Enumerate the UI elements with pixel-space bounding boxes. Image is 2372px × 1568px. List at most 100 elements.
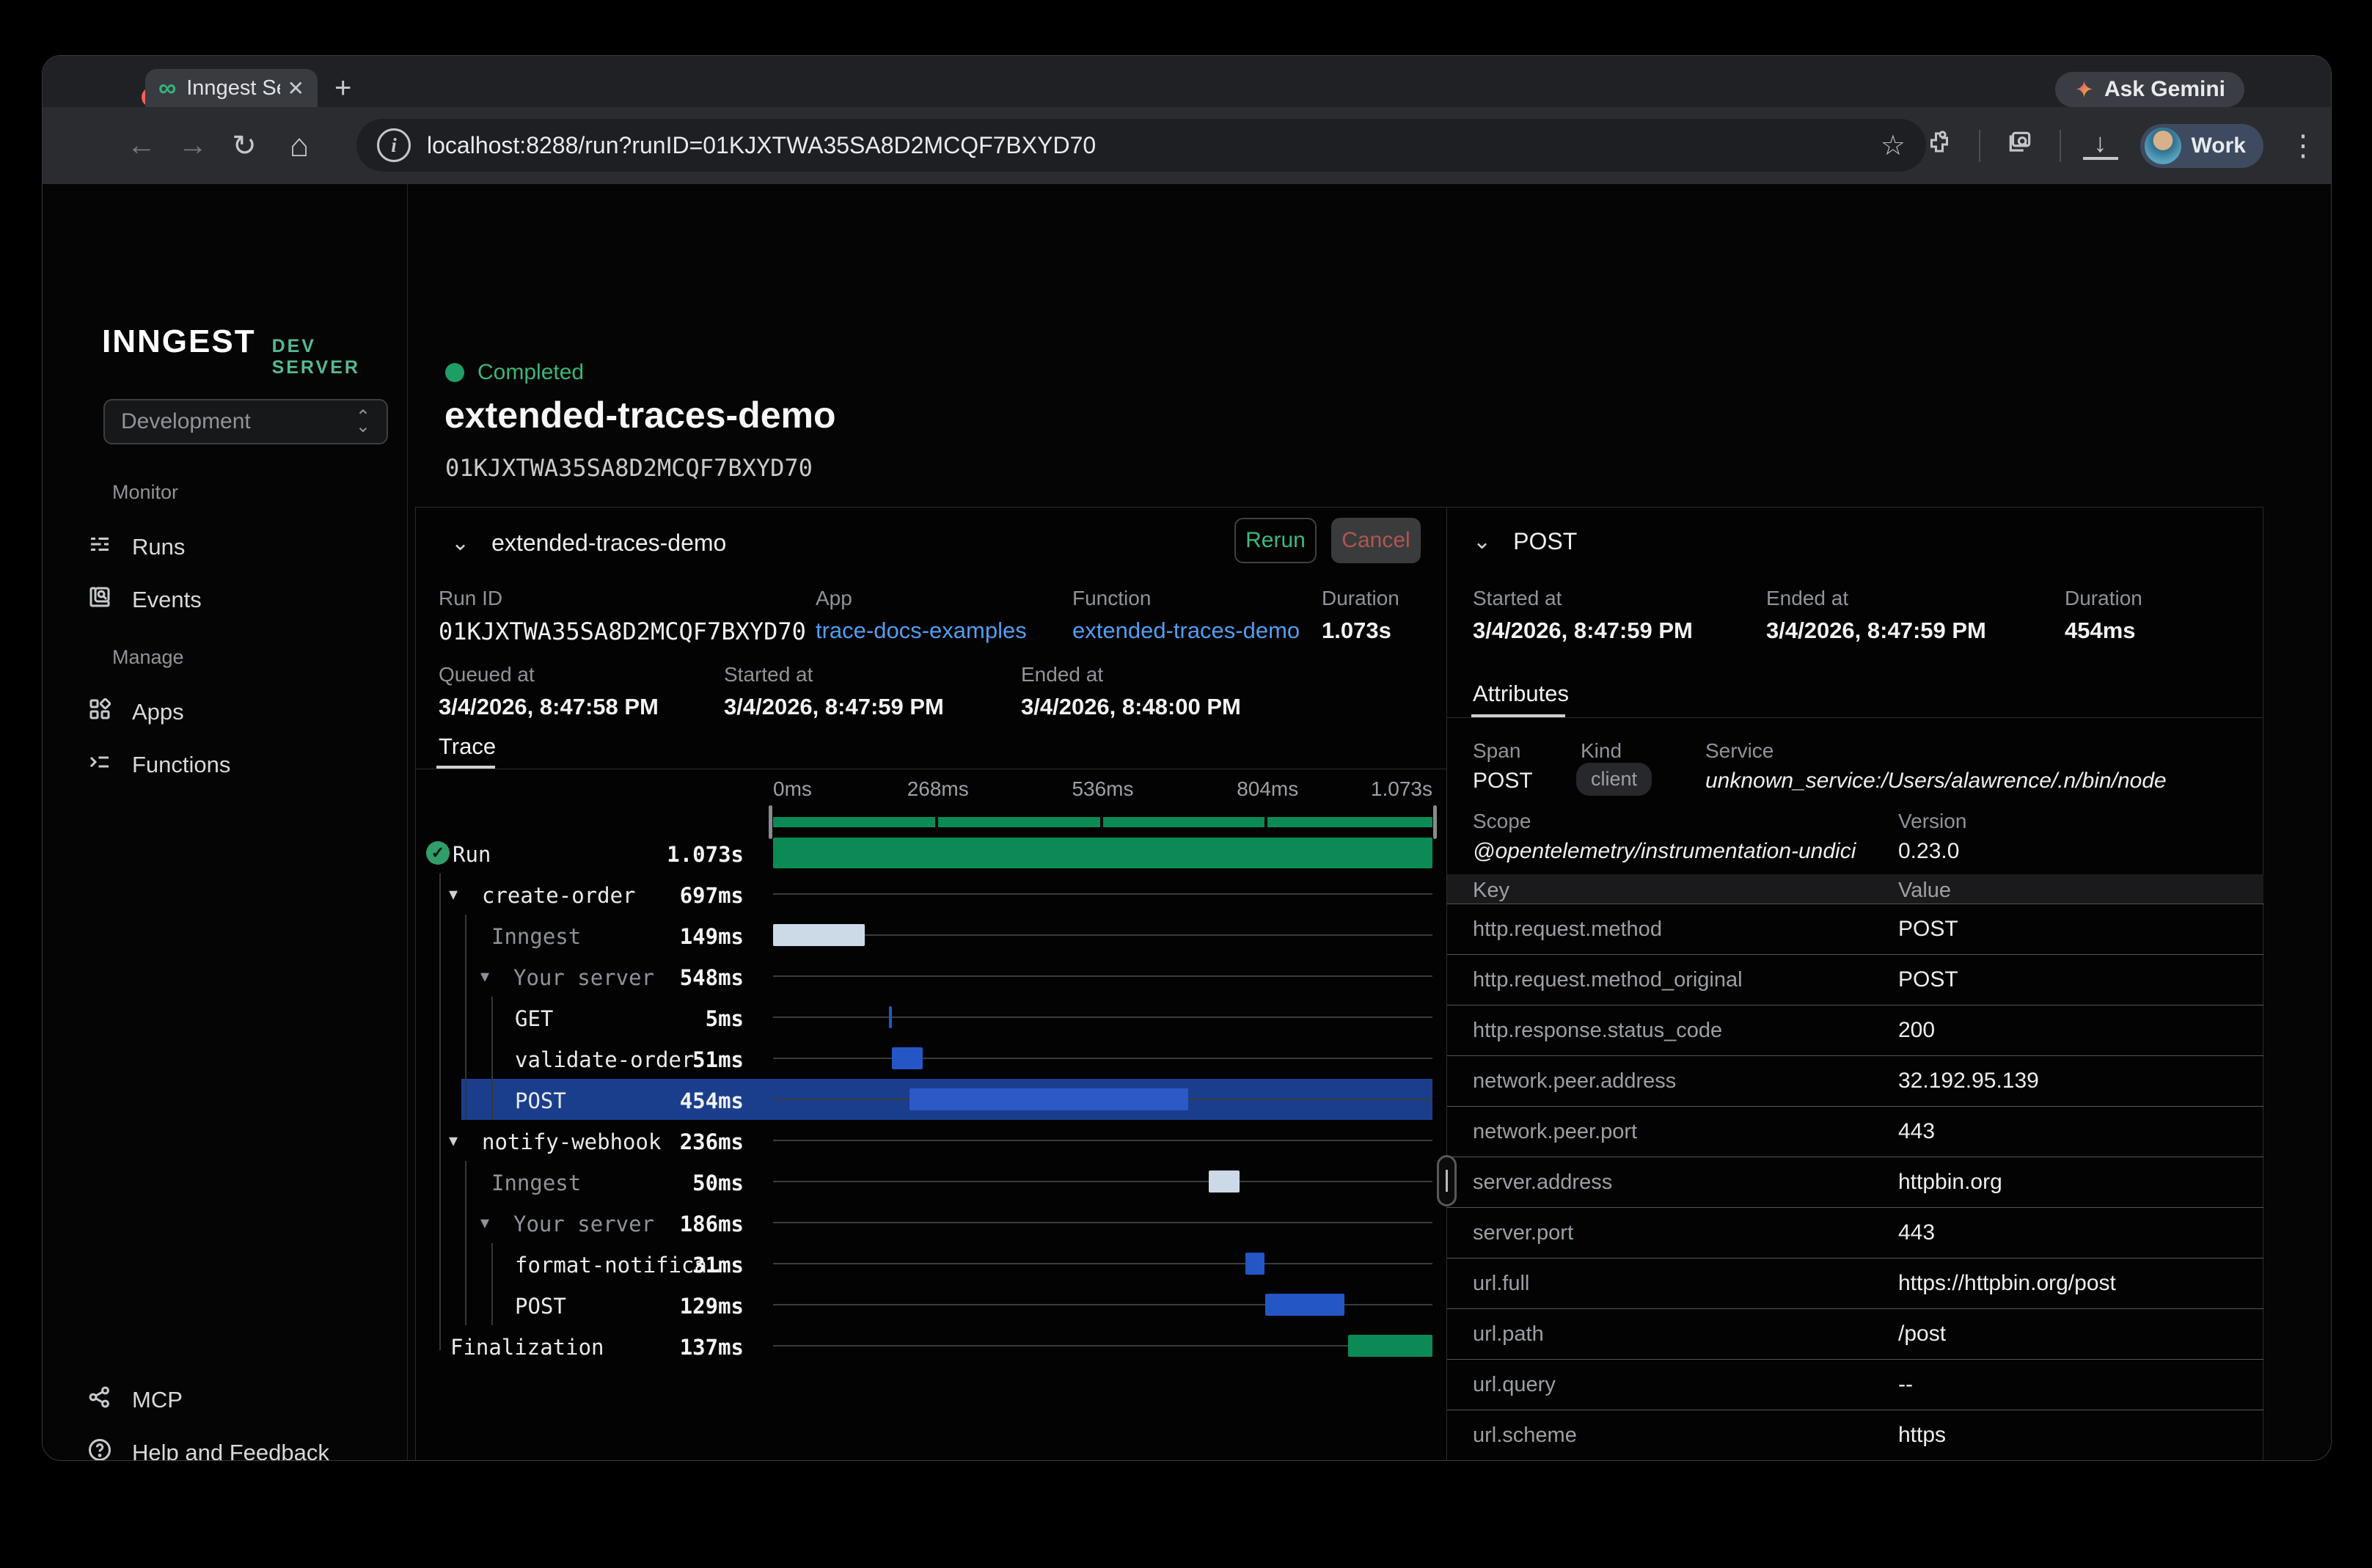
trace-row[interactable]: POST129ms: [416, 1284, 1446, 1325]
sidebar: INNGEST DEV SERVER Development ⌃⌄ Monito…: [43, 184, 408, 1460]
meta-value-function[interactable]: extended-traces-demo: [1072, 618, 1300, 644]
trace-span-bar[interactable]: [892, 1047, 923, 1069]
trace-function-name: extended-traces-demo: [491, 530, 726, 557]
reload-button[interactable]: ↻: [219, 107, 270, 184]
trace-row[interactable]: GET5ms: [416, 997, 1446, 1038]
attribute-value: https: [1898, 1423, 1946, 1448]
trace-span-bar[interactable]: [889, 1006, 892, 1028]
sidebar-item-functions[interactable]: Functions: [87, 744, 380, 785]
span-details-pane: ⌄ POST Started at3/4/2026, 8:47:59 PMEnd…: [1446, 508, 2263, 1461]
trace-row-track: [773, 1140, 1432, 1141]
home-button[interactable]: ⌂: [274, 107, 325, 184]
attribute-row: network.peer.address32.192.95.139: [1447, 1055, 2263, 1106]
rerun-button[interactable]: Rerun: [1234, 518, 1317, 563]
back-button[interactable]: ←: [116, 107, 167, 184]
trace-row-duration: 1.073s: [667, 842, 744, 867]
trace-row[interactable]: ▾Your server186ms: [416, 1202, 1446, 1243]
trace-row[interactable]: ✓Run1.073s: [416, 832, 1446, 873]
tab-trace[interactable]: Trace: [439, 733, 496, 760]
browser-tab[interactable]: ∞ Inngest Server ✕: [145, 69, 318, 107]
attribute-key: url.query: [1473, 1373, 1556, 1397]
sidebar-item-apps[interactable]: Apps: [87, 692, 380, 733]
version-label: Version: [1898, 810, 1966, 833]
run-details-card: ⌄ extended-traces-demo Rerun Cancel Run …: [415, 507, 2263, 1461]
span-meta-value-1: 3/4/2026, 8:47:59 PM: [1766, 618, 1986, 644]
span-collapse-chevron-icon[interactable]: ⌄: [1473, 529, 1491, 554]
trace-row-label: Inngest: [491, 1170, 581, 1195]
environment-select[interactable]: Development ⌃⌄: [103, 399, 388, 444]
row-chevron-icon[interactable]: ▾: [449, 884, 458, 905]
trace-row[interactable]: validate-order51ms: [416, 1038, 1446, 1079]
row-chevron-icon[interactable]: ▾: [480, 1212, 489, 1234]
trace-row-label: POST: [515, 1294, 566, 1319]
tree-guide-line: [439, 873, 441, 1350]
span-label: Span: [1473, 739, 1520, 763]
trace-row-track: [773, 1222, 1432, 1223]
panel-resize-handle[interactable]: [1437, 1155, 1457, 1206]
trace-row[interactable]: POST454ms: [416, 1079, 1446, 1120]
meta-label-queued-at: Queued at: [439, 663, 535, 686]
extensions-icon[interactable]: [1922, 129, 1957, 162]
sidebar-item-events[interactable]: Events: [87, 579, 380, 620]
cancel-button[interactable]: Cancel: [1331, 518, 1421, 563]
sidebar-item-mcp[interactable]: MCP: [87, 1380, 380, 1421]
attribute-row: url.schemehttps: [1447, 1410, 2263, 1460]
tab-close-icon[interactable]: ✕: [280, 76, 304, 100]
sidebar-item-help-and-feedback[interactable]: Help and Feedback: [87, 1432, 380, 1461]
attribute-value: https://httpbin.org/post: [1898, 1271, 2116, 1296]
trace-row-track: [773, 934, 1432, 936]
attribute-row: server.port443: [1447, 1207, 2263, 1258]
trace-row-label: POST: [515, 1088, 566, 1113]
site-info-icon[interactable]: i: [377, 128, 411, 162]
attribute-row: http.request.methodPOST: [1447, 904, 2263, 954]
address-bar[interactable]: i localhost:8288/run?runID=01KJXTWA35SA8…: [356, 119, 1926, 172]
trace-span-bar[interactable]: [1245, 1253, 1264, 1275]
browser-menu-icon[interactable]: ⋮: [2285, 129, 2321, 163]
ask-gemini-button[interactable]: ✦ Ask Gemini: [2055, 72, 2244, 107]
kind-label: Kind: [1581, 739, 1622, 763]
row-chevron-icon[interactable]: ▾: [480, 966, 489, 987]
trace-span-bar[interactable]: [773, 838, 1432, 868]
attribute-row: http.response.status_code200: [1447, 1005, 2263, 1055]
tab-search-icon[interactable]: [2002, 128, 2038, 163]
url-text[interactable]: localhost:8288/run?runID=01KJXTWA35SA8D2…: [427, 132, 1864, 159]
trace-row[interactable]: Inngest149ms: [416, 915, 1446, 956]
meta-label-ended-at: Ended at: [1021, 663, 1103, 686]
trace-span-bar[interactable]: [1348, 1335, 1432, 1357]
trace-span-bar[interactable]: [1209, 1170, 1240, 1193]
trace-row[interactable]: format-notifica…31ms: [416, 1243, 1446, 1284]
trace-row[interactable]: ▾create-order697ms: [416, 873, 1446, 915]
trace-row[interactable]: Inngest50ms: [416, 1161, 1446, 1202]
forward-button[interactable]: →: [167, 107, 219, 184]
new-tab-button[interactable]: +: [334, 75, 351, 101]
sidebar-item-runs[interactable]: Runs: [87, 527, 380, 568]
meta-value-run-id: 01KJXTWA35SA8D2MCQF7BXYD70: [439, 618, 806, 645]
trace-row-label: Finalization: [450, 1335, 604, 1360]
meta-value-ended-at: 3/4/2026, 8:48:00 PM: [1021, 694, 1241, 720]
tab-attributes[interactable]: Attributes: [1473, 681, 1569, 707]
collapse-chevron-icon[interactable]: ⌄: [451, 530, 469, 556]
downloads-icon[interactable]: ↓: [2083, 131, 2118, 159]
trace-row-label: notify-webhook: [482, 1129, 661, 1154]
toolbar-right: ↓ Work ⋮: [1922, 107, 2321, 184]
trace-span-bar[interactable]: [1265, 1294, 1344, 1316]
kind-badge: client: [1576, 763, 1652, 796]
span-title: POST: [1513, 528, 1577, 555]
run-success-icon: ✓: [426, 841, 450, 865]
trace-span-bar[interactable]: [773, 924, 865, 946]
browser-tabstrip: ∞ Inngest Server ✕ + ✦ Ask Gemini: [43, 56, 2331, 107]
page-title: extended-traces-demo: [444, 394, 836, 436]
row-chevron-icon[interactable]: ▾: [449, 1130, 458, 1151]
run-id: 01KJXTWA35SA8D2MCQF7BXYD70: [445, 454, 813, 482]
bookmark-star-icon[interactable]: ☆: [1881, 129, 1906, 162]
profile-chip[interactable]: Work: [2140, 124, 2263, 168]
trace-row[interactable]: ▾Your server548ms: [416, 956, 1446, 997]
trace-row-duration: 31ms: [692, 1253, 744, 1278]
minimap-segment: [1267, 817, 1432, 827]
service-value: unknown_service:/Users/alawrence/.n/bin/…: [1705, 769, 2167, 794]
trace-span-bar[interactable]: [909, 1088, 1188, 1110]
trace-row[interactable]: ▾notify-webhook236ms: [416, 1120, 1446, 1161]
meta-value-app[interactable]: trace-docs-examples: [816, 618, 1027, 644]
meta-label-app: App: [816, 587, 852, 610]
trace-row[interactable]: Finalization137ms: [416, 1325, 1446, 1366]
